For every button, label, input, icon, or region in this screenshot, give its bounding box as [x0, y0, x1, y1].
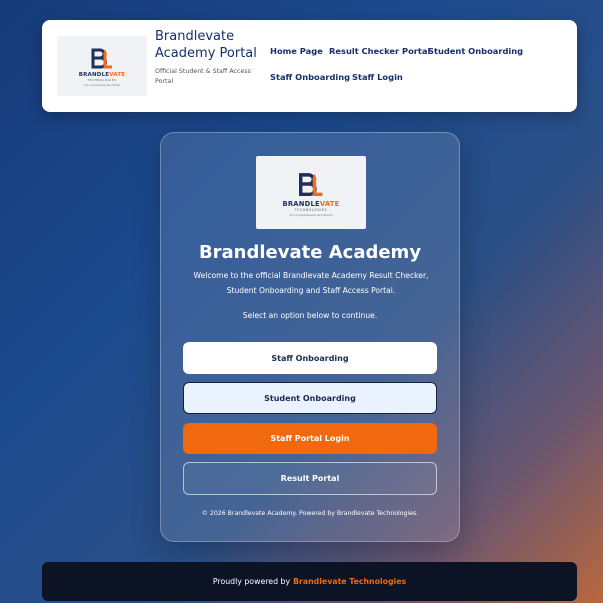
logo-tagline: Your Comprehensive Tech Partner [83, 84, 121, 87]
site-footer: Proudly powered by Brandlevate Technolog… [42, 562, 577, 601]
site-header: BRANDLEVATE TECHNOLOGIES Your Comprehens… [42, 20, 577, 112]
result-portal-button[interactable]: Result Portal [183, 462, 437, 495]
logo-tagline: Your Comprehensive Tech Partner [289, 213, 333, 217]
site-subtitle: Official Student & Staff Access Portal [155, 68, 251, 85]
logo-subtext: TECHNOLOGIES [294, 207, 328, 212]
nav-link-result-checker[interactable]: Result Checker Portal [329, 46, 430, 56]
brand-logo-icon [299, 172, 323, 196]
student-onboarding-button[interactable]: Student Onboarding [183, 382, 437, 414]
card-logo: BRANDLEVATE TECHNOLOGIES Your Comprehens… [256, 156, 366, 229]
site-title: Brandlevate Academy Portal [155, 29, 257, 61]
logo-wordmark: BRANDLEVATE [282, 199, 340, 208]
nav-link-student-onboarding[interactable]: Student Onboarding [428, 46, 523, 56]
portal-card: BRANDLEVATE TECHNOLOGIES Your Comprehens… [160, 132, 460, 542]
nav-link-home[interactable]: Home Page [270, 46, 323, 56]
staff-portal-login-button[interactable]: Staff Portal Login [183, 423, 437, 454]
nav-link-staff-onboarding[interactable]: Staff Onboarding [270, 72, 350, 82]
footer-prefix: Proudly powered by [212, 577, 291, 586]
card-intro-text: Welcome to the official Brandlevate Acad… [193, 271, 429, 295]
footer-brand-link[interactable]: Brandlevate Technologies [293, 577, 406, 586]
logo-subtext: TECHNOLOGIES [87, 78, 117, 82]
card-copyright: © 2026 Brandlevate Academy. Powered by B… [201, 510, 419, 517]
nav-link-staff-login[interactable]: Staff Login [352, 72, 403, 82]
staff-onboarding-button[interactable]: Staff Onboarding [183, 342, 437, 374]
brand-logo-icon [91, 48, 112, 69]
card-title: Brandlevate Academy [198, 242, 422, 263]
card-hint-text: Select an option below to continue. [242, 311, 378, 320]
header-logo[interactable]: BRANDLEVATE TECHNOLOGIES Your Comprehens… [57, 36, 147, 96]
